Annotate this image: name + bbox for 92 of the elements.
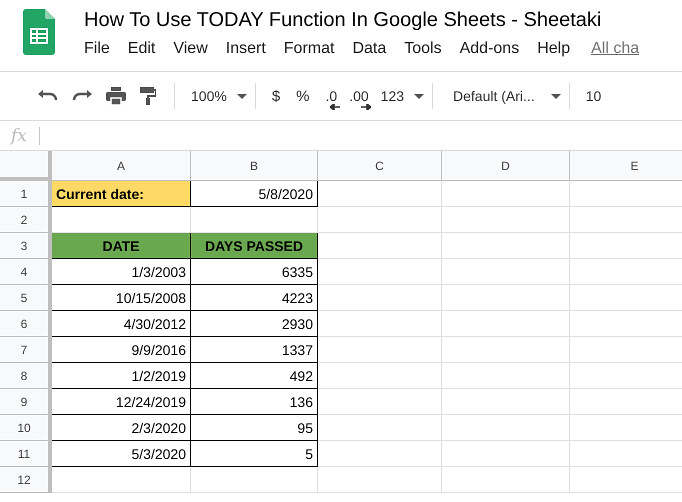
menu-item[interactable]: Tools (404, 40, 442, 58)
menu-item[interactable]: Data (352, 40, 386, 58)
font-size-field[interactable]: 10 (582, 82, 606, 110)
empty-cell[interactable] (442, 441, 570, 467)
column-header[interactable]: B (191, 151, 318, 181)
row-header[interactable]: 12 (0, 467, 52, 493)
font-dropdown[interactable]: Default (Ari... (449, 82, 565, 110)
row-header[interactable]: 5 (0, 285, 52, 311)
zoom-dropdown[interactable]: 100% (187, 82, 251, 110)
sheets-logo-icon[interactable] (23, 9, 55, 55)
currency-button[interactable]: $ (268, 82, 284, 110)
table-cell: 12/24/2019 (52, 389, 191, 415)
table-cell: 2930 (191, 311, 318, 337)
empty-cell[interactable] (442, 415, 570, 441)
table-cell: 95 (191, 415, 318, 441)
row-header[interactable]: 1 (0, 181, 52, 207)
number-format-dropdown[interactable]: 123 (376, 82, 428, 110)
arrow-icon (360, 104, 371, 110)
table-cell: 4/30/2012 (52, 311, 191, 337)
row-header[interactable]: 9 (0, 389, 52, 415)
table-cell: 492 (191, 363, 318, 389)
row-header[interactable]: 6 (0, 311, 52, 337)
empty-cell[interactable] (318, 207, 442, 233)
table-cell: DAYS PASSED (191, 233, 318, 259)
undo-icon[interactable] (38, 90, 58, 102)
empty-cell[interactable] (442, 259, 570, 285)
redo-icon[interactable] (72, 90, 92, 102)
empty-cell[interactable] (442, 389, 570, 415)
empty-cell[interactable] (442, 311, 570, 337)
empty-cell[interactable] (318, 441, 442, 467)
column-header[interactable]: E (570, 151, 682, 181)
empty-cell[interactable] (318, 259, 442, 285)
select-all-corner[interactable] (0, 151, 52, 181)
table-cell: DATE (52, 233, 191, 259)
last-edit-link[interactable]: All cha (591, 40, 640, 58)
empty-cell[interactable] (442, 285, 570, 311)
empty-cell[interactable] (318, 337, 442, 363)
caret-icon (414, 94, 424, 98)
table-cell: 1337 (191, 337, 318, 363)
table-cell: 5/3/2020 (52, 441, 191, 467)
menu-item[interactable]: Help (537, 40, 570, 58)
menu-item[interactable]: File (84, 40, 110, 58)
empty-cell[interactable] (318, 415, 442, 441)
menu-item[interactable]: Add-ons (460, 40, 520, 58)
table-cell: 10/15/2008 (52, 285, 191, 311)
table-cell: 4223 (191, 285, 318, 311)
row-header[interactable]: 11 (0, 441, 52, 467)
table-cell: 2/3/2020 (52, 415, 191, 441)
paint-format-icon[interactable] (140, 87, 156, 105)
table-cell: 5/8/2020 (191, 181, 318, 207)
empty-cell[interactable] (318, 311, 442, 337)
empty-cell[interactable] (442, 207, 570, 233)
table-cell: Current date: (52, 181, 191, 207)
arrow-icon (330, 104, 340, 110)
table-cell: 5 (191, 441, 318, 467)
row-header[interactable]: 10 (0, 415, 52, 441)
column-header[interactable]: C (318, 151, 442, 181)
row-header[interactable]: 3 (0, 233, 52, 259)
row-header[interactable]: 2 (0, 207, 52, 233)
table-cell: 6335 (191, 259, 318, 285)
empty-cell[interactable] (442, 181, 570, 207)
empty-cell[interactable] (442, 467, 570, 493)
row-header[interactable]: 4 (0, 259, 52, 285)
formula-icon: fx (11, 126, 39, 146)
menu-item[interactable]: Edit (128, 40, 156, 58)
increase-decimals-button[interactable]: .00 (345, 82, 373, 110)
menu-item[interactable]: Insert (226, 40, 266, 58)
row-header[interactable]: 7 (0, 337, 52, 363)
table-cell: 9/9/2016 (52, 337, 191, 363)
percent-button[interactable]: % (292, 82, 314, 110)
empty-cell[interactable] (318, 389, 442, 415)
column-header[interactable]: D (442, 151, 570, 181)
column-header[interactable]: A (52, 151, 191, 181)
row-header[interactable]: 8 (0, 363, 52, 389)
table-cell: 1/2/2019 (52, 363, 191, 389)
caret-icon (236, 94, 247, 98)
table-cell: 1/3/2003 (52, 259, 191, 285)
empty-cell[interactable] (191, 467, 318, 493)
empty-cell[interactable] (442, 363, 570, 389)
empty-cell[interactable] (442, 233, 570, 259)
document-title[interactable]: How To Use TODAY Function In Google Sheets - Sheetaki (84, 7, 602, 33)
empty-cell[interactable] (318, 467, 442, 493)
empty-cell[interactable] (318, 181, 442, 207)
menu-item[interactable]: View (173, 40, 208, 58)
empty-cell[interactable] (318, 363, 442, 389)
print-icon[interactable] (106, 87, 126, 105)
table-cell: 136 (191, 389, 318, 415)
menu-item[interactable]: Format (284, 40, 334, 58)
decrease-decimals-button[interactable]: .0 (322, 82, 342, 110)
caret-icon (550, 94, 561, 98)
empty-cell[interactable] (442, 337, 570, 363)
empty-cell[interactable] (318, 285, 442, 311)
